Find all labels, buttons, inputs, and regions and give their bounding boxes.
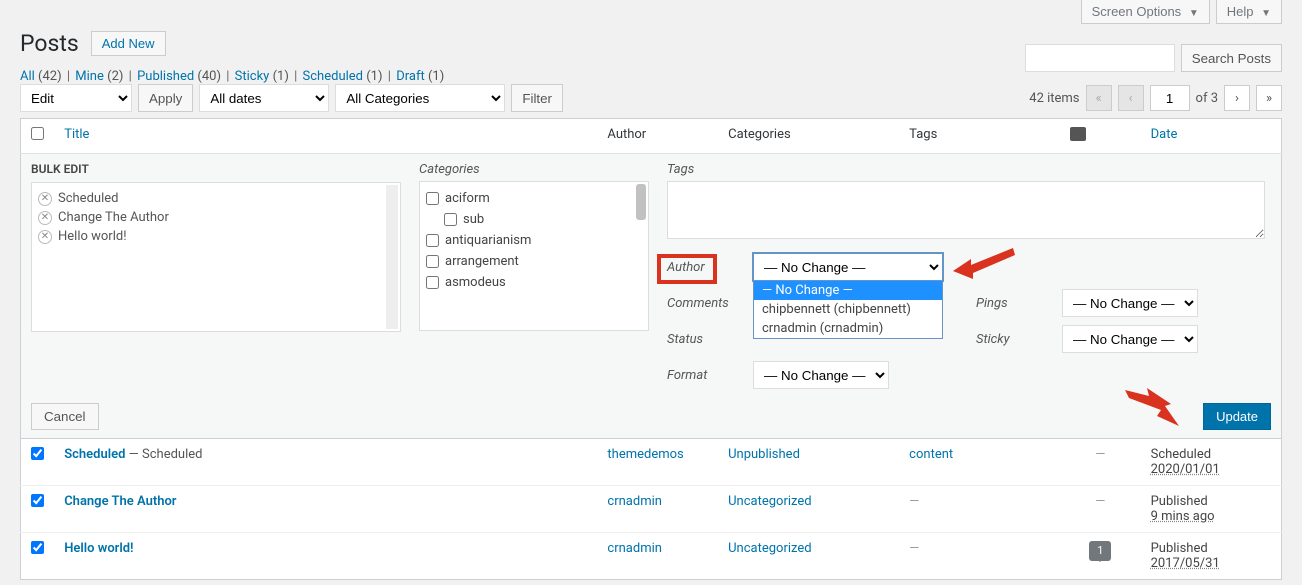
pings-label: Pings — [976, 296, 1048, 311]
sticky-select[interactable]: — No Change — — [1062, 325, 1198, 353]
author-link[interactable]: themedemos — [607, 447, 683, 462]
table-row: Hello world! crnadmin Uncategorized — 1 … — [21, 533, 1282, 580]
search-posts-button[interactable]: Search Posts — [1181, 44, 1282, 72]
category-checkbox[interactable] — [426, 276, 439, 289]
filter-button[interactable]: Filter — [511, 84, 563, 112]
col-title[interactable]: Title — [54, 119, 597, 154]
post-title-link[interactable]: Change The Author — [64, 494, 176, 509]
filter-published[interactable]: Published — [137, 69, 194, 84]
status-label: Status — [667, 332, 739, 347]
col-tags: Tags — [899, 119, 1060, 154]
category-link[interactable]: Uncategorized — [728, 541, 811, 556]
update-button[interactable]: Update — [1203, 403, 1271, 430]
search-input[interactable] — [1025, 44, 1175, 72]
bulk-action-select[interactable]: Edit — [20, 84, 132, 112]
category-link[interactable]: Uncategorized — [728, 494, 811, 509]
post-title-link[interactable]: Hello world! — [64, 541, 133, 556]
date-filter-select[interactable]: All dates — [199, 84, 329, 112]
scrollbar-thumb[interactable] — [636, 184, 646, 220]
page-total: of 3 — [1196, 91, 1218, 106]
bulk-post-item: ✕ Change The Author — [38, 208, 394, 227]
last-page-button[interactable]: » — [1256, 85, 1282, 111]
categories-list[interactable]: aciform sub antiquarianism arrangement a… — [419, 181, 649, 331]
filter-draft[interactable]: Draft — [396, 69, 425, 84]
tags-cell: — — [899, 533, 1060, 580]
table-row: Change The Author crnadmin Uncategorized… — [21, 486, 1282, 533]
tags-label: Tags — [667, 162, 1271, 177]
filter-mine[interactable]: Mine — [75, 69, 104, 84]
col-date[interactable]: Date — [1141, 119, 1282, 154]
remove-post-button[interactable]: ✕ — [38, 230, 52, 244]
comment-icon — [1070, 127, 1086, 141]
bulk-edit-title: BULK EDIT — [31, 162, 401, 176]
caret-down-icon: ▼ — [1261, 8, 1271, 19]
row-checkbox[interactable] — [31, 447, 44, 460]
author-select[interactable]: — No Change — — [753, 253, 943, 281]
author-link[interactable]: crnadmin — [607, 494, 662, 509]
select-all-checkbox[interactable] — [31, 127, 44, 140]
screen-options-button[interactable]: Screen Options ▼ — [1081, 0, 1210, 24]
annotation-arrow — [953, 243, 1023, 283]
categories-label: Categories — [419, 162, 649, 177]
scrollbar[interactable] — [386, 185, 398, 329]
bulk-post-list: ✕ Scheduled ✕ Change The Author ✕ Hello … — [31, 182, 401, 332]
row-checkbox[interactable] — [31, 541, 44, 554]
author-link[interactable]: crnadmin — [607, 541, 662, 556]
table-row: Scheduled — Scheduled themedemos Unpubli… — [21, 439, 1282, 486]
remove-post-button[interactable]: ✕ — [38, 211, 52, 225]
category-filter-select[interactable]: All Categories — [335, 84, 505, 112]
comments-cell: — — [1060, 486, 1140, 533]
bulk-post-item: ✕ Hello world! — [38, 227, 394, 246]
author-dropdown-list: — No Change — chipbennett (chipbennett) … — [753, 281, 943, 339]
comment-count-bubble[interactable]: 1 — [1089, 541, 1111, 561]
caret-down-icon: ▼ — [1189, 8, 1199, 19]
page-title: Posts — [20, 30, 79, 57]
format-select[interactable]: — No Change — — [753, 361, 889, 389]
filter-scheduled[interactable]: Scheduled — [303, 69, 363, 84]
filter-sticky[interactable]: Sticky — [235, 69, 270, 84]
filter-all[interactable]: All — [20, 69, 35, 84]
bulk-post-item: ✕ Scheduled — [38, 189, 394, 208]
category-checkbox[interactable] — [444, 213, 457, 226]
category-checkbox[interactable] — [426, 192, 439, 205]
tags-input[interactable] — [667, 181, 1265, 239]
apply-button[interactable]: Apply — [138, 84, 193, 112]
category-link[interactable]: Unpublished — [728, 447, 800, 462]
help-button[interactable]: Help ▼ — [1216, 0, 1282, 24]
row-checkbox[interactable] — [31, 494, 44, 507]
comments-label: Comments — [667, 296, 739, 311]
col-categories: Categories — [718, 119, 899, 154]
current-page-input[interactable] — [1150, 85, 1190, 111]
pings-select[interactable]: — No Change — — [1062, 289, 1198, 317]
items-count: 42 items — [1029, 91, 1079, 106]
tags-cell: — — [899, 486, 1060, 533]
tag-link[interactable]: content — [909, 447, 953, 462]
sticky-label: Sticky — [976, 332, 1048, 347]
remove-post-button[interactable]: ✕ — [38, 192, 52, 206]
post-title-link[interactable]: Scheduled — [64, 447, 125, 462]
next-page-button[interactable]: › — [1224, 85, 1250, 111]
author-option[interactable]: chipbennett (chipbennett) — [754, 300, 942, 319]
author-option[interactable]: crnadmin (crnadmin) — [754, 319, 942, 338]
format-label: Format — [667, 368, 739, 383]
col-author: Author — [597, 119, 718, 154]
prev-page-button[interactable]: ‹ — [1118, 85, 1144, 111]
col-comments[interactable] — [1060, 119, 1140, 154]
add-new-button[interactable]: Add New — [91, 31, 166, 56]
cancel-button[interactable]: Cancel — [31, 403, 99, 430]
category-checkbox[interactable] — [426, 255, 439, 268]
comments-cell: — — [1060, 439, 1140, 486]
category-checkbox[interactable] — [426, 234, 439, 247]
annotation-arrow — [1117, 388, 1197, 436]
author-option[interactable]: — No Change — — [754, 281, 942, 300]
author-label: Author — [667, 260, 739, 275]
first-page-button[interactable]: « — [1086, 85, 1112, 111]
